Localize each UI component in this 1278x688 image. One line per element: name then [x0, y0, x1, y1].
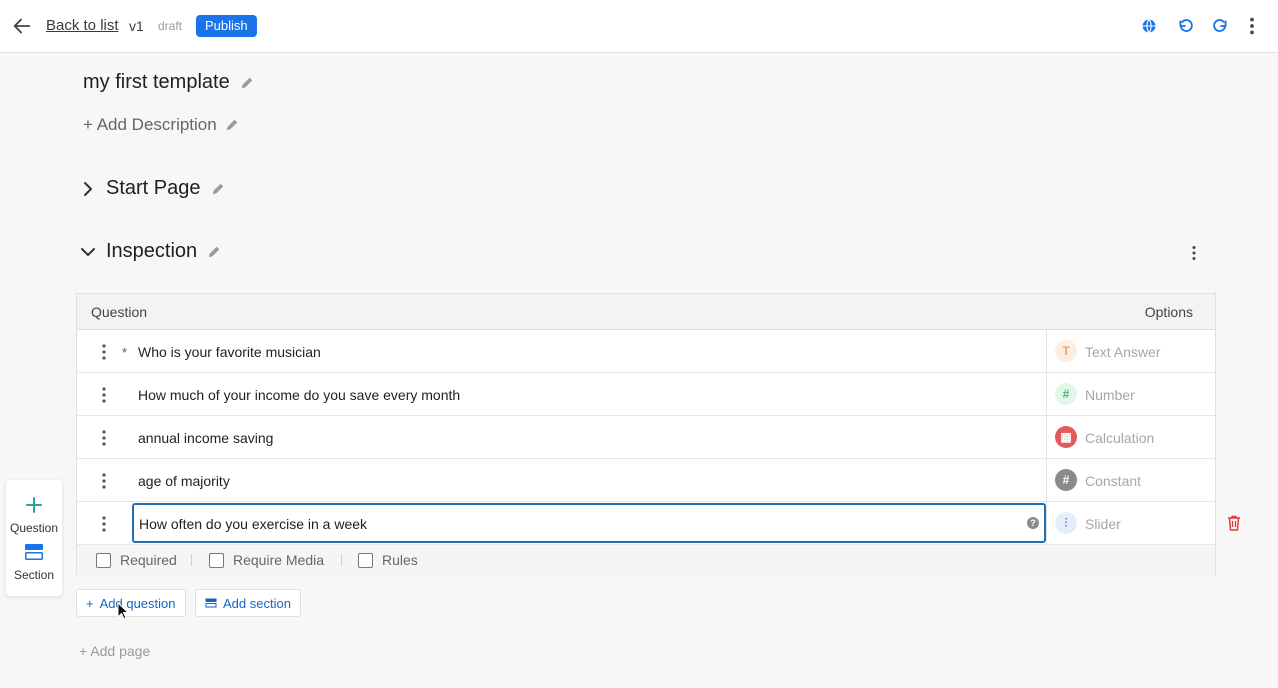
- divider: [191, 554, 192, 566]
- response-type-label[interactable]: Text Answer: [1085, 344, 1160, 360]
- response-type-label[interactable]: Slider: [1085, 516, 1121, 532]
- plus-icon: [26, 497, 42, 513]
- drag-handle-icon[interactable]: [101, 429, 107, 447]
- floating-add-panel: Question Section: [6, 480, 62, 596]
- start-page-row: Start Page: [80, 177, 225, 200]
- inspection-page-row: Inspection: [80, 240, 221, 263]
- number-icon: #: [1055, 383, 1077, 405]
- edit-title-pencil-icon[interactable]: [240, 76, 254, 90]
- question-input[interactable]: How often do you exercise in a week ?: [132, 503, 1046, 543]
- undo-icon[interactable]: [1174, 15, 1196, 37]
- drag-handle-icon[interactable]: [101, 386, 107, 404]
- question-table: Question Options * Who is your favorite …: [76, 293, 1216, 575]
- add-section-button[interactable]: Add section: [195, 589, 301, 617]
- status-badge: draft: [158, 19, 183, 33]
- question-row[interactable]: annual income saving ▦ Calculation: [77, 416, 1215, 459]
- question-row[interactable]: How much of your income do you save ever…: [77, 373, 1215, 416]
- question-row[interactable]: age of majority # Constant: [77, 459, 1215, 502]
- edit-description-pencil-icon[interactable]: [225, 118, 239, 132]
- add-description-label: + Add Description: [83, 115, 217, 134]
- question-options-row: Required Require Media Rules: [77, 545, 1215, 575]
- back-to-list-link[interactable]: Back to list: [46, 17, 119, 34]
- column-divider: [1046, 502, 1047, 545]
- globe-icon[interactable]: [1138, 15, 1160, 37]
- header-options: Options: [1144, 304, 1193, 320]
- response-type-label[interactable]: Constant: [1085, 473, 1141, 489]
- mouse-cursor-icon: [117, 602, 129, 620]
- text-answer-icon: T: [1055, 340, 1077, 362]
- add-description-row[interactable]: + Add Description: [83, 115, 239, 135]
- question-table-header: Question Options: [77, 294, 1215, 330]
- floating-question-label: Question: [9, 521, 59, 535]
- question-text[interactable]: age of majority: [138, 473, 230, 489]
- inspection-page-title: Inspection: [106, 240, 198, 262]
- chevron-right-icon[interactable]: [80, 181, 96, 197]
- constant-icon: #: [1055, 469, 1077, 491]
- help-icon[interactable]: ?: [1027, 517, 1039, 529]
- floating-add-section[interactable]: Section: [6, 543, 62, 582]
- rules-label: Rules: [382, 552, 418, 568]
- response-type-label[interactable]: Number: [1085, 387, 1135, 403]
- start-page-title: Start Page: [106, 177, 201, 199]
- top-bar: Back to list v1 draft Publish: [0, 0, 1278, 53]
- back-arrow-icon[interactable]: [11, 15, 33, 37]
- plus-icon: +: [86, 595, 94, 611]
- page-more-icon[interactable]: [1191, 245, 1197, 261]
- add-question-button[interactable]: + Add question: [76, 589, 186, 617]
- template-title: my first template: [83, 71, 230, 93]
- checkbox-box[interactable]: [358, 552, 373, 568]
- edit-start-page-pencil-icon[interactable]: [211, 182, 225, 196]
- floating-add-question[interactable]: Question: [6, 496, 62, 535]
- trash-icon[interactable]: [1227, 515, 1241, 531]
- response-type-label[interactable]: Calculation: [1085, 430, 1154, 446]
- question-text[interactable]: How often do you exercise in a week: [139, 516, 367, 532]
- checkbox-box[interactable]: [209, 552, 224, 568]
- required-star: *: [122, 345, 128, 360]
- column-divider: [1046, 330, 1047, 373]
- required-checkbox[interactable]: Required: [96, 552, 177, 568]
- template-title-row: my first template: [83, 71, 254, 94]
- drag-handle-icon[interactable]: [101, 343, 107, 361]
- question-text[interactable]: How much of your income do you save ever…: [138, 387, 460, 403]
- slider-icon: ⫶: [1055, 512, 1077, 534]
- add-page-link[interactable]: + Add page: [79, 643, 150, 659]
- column-divider: [1046, 416, 1047, 459]
- divider: [341, 554, 342, 566]
- section-icon: [25, 544, 43, 560]
- column-divider: [1046, 373, 1047, 416]
- checkbox-box[interactable]: [96, 552, 111, 568]
- required-label: Required: [120, 552, 177, 568]
- question-row-active[interactable]: How often do you exercise in a week ? ⫶ …: [77, 502, 1215, 545]
- question-row[interactable]: * Who is your favorite musician T Text A…: [77, 330, 1215, 373]
- question-text[interactable]: annual income saving: [138, 430, 273, 446]
- floating-section-label: Section: [13, 568, 55, 582]
- rules-checkbox[interactable]: Rules: [358, 552, 418, 568]
- publish-button[interactable]: Publish: [196, 15, 257, 37]
- column-divider: [1046, 459, 1047, 502]
- redo-icon[interactable]: [1210, 15, 1232, 37]
- edit-inspection-pencil-icon[interactable]: [207, 245, 221, 259]
- calculation-icon: ▦: [1055, 426, 1077, 448]
- section-icon: [205, 598, 217, 608]
- add-section-label: Add section: [223, 595, 291, 611]
- header-question: Question: [91, 304, 148, 320]
- more-vertical-icon[interactable]: [1241, 15, 1263, 37]
- chevron-down-icon[interactable]: [80, 244, 96, 260]
- drag-handle-icon[interactable]: [101, 515, 107, 533]
- require-media-label: Require Media: [233, 552, 325, 568]
- question-text[interactable]: Who is your favorite musician: [138, 344, 321, 360]
- version-label: v1: [129, 18, 144, 34]
- drag-handle-icon[interactable]: [101, 472, 107, 490]
- require-media-checkbox[interactable]: Require Media: [209, 552, 324, 568]
- add-question-label: Add question: [99, 595, 176, 611]
